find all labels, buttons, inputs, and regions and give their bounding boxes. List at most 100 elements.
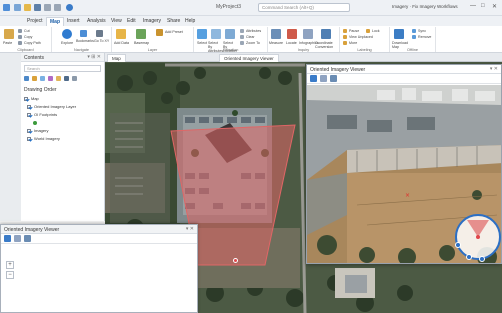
pane-options-icon[interactable]: ▾ ⊞ ✕ (87, 54, 101, 60)
select-icon[interactable] (197, 29, 207, 39)
copy-icon[interactable] (18, 35, 22, 39)
layer-row-imagery[interactable]: Imagery (27, 127, 104, 135)
list-by-drawing-order-icon[interactable] (24, 76, 29, 81)
measure-button-label[interactable]: Measure (269, 41, 283, 45)
measure-tool-icon[interactable] (24, 235, 31, 242)
zoom-in-button[interactable]: + (6, 261, 14, 269)
tab-analysis[interactable]: Analysis (84, 17, 109, 25)
tab-insert[interactable]: Insert (64, 17, 83, 25)
clear-selection-icon[interactable] (240, 35, 244, 39)
view-unplaced-button-label[interactable]: View Unplaced (349, 35, 373, 39)
navigate-tool-icon[interactable] (310, 75, 317, 82)
pause-button-label[interactable]: Pause (349, 29, 359, 33)
image-gallery-icon[interactable] (320, 75, 327, 82)
new-project-icon[interactable] (14, 4, 21, 11)
tilt-icon[interactable] (479, 256, 485, 262)
copy-button-label[interactable]: Copy (24, 35, 32, 39)
map-view-tab[interactable]: Map (107, 54, 126, 62)
copy-path-icon[interactable] (18, 41, 22, 45)
navigate-tool-icon[interactable] (4, 235, 11, 242)
layer-visibility-checkbox[interactable] (27, 129, 31, 133)
minimize-button[interactable]: — (470, 3, 476, 9)
pause-labels-icon[interactable] (343, 29, 347, 33)
explore-button-label[interactable]: Explore (61, 41, 73, 45)
tab-help[interactable]: Help (182, 17, 198, 25)
cut-button-label[interactable]: Cut (24, 29, 30, 33)
copy-path-button-label[interactable]: Copy Path (24, 41, 41, 45)
tab-view[interactable]: View (108, 17, 125, 25)
sync-button-label[interactable]: Sync (418, 29, 426, 33)
zoom-to-button-label[interactable]: Zoom To (246, 41, 260, 45)
viewer-pane-close-icon[interactable]: ▾ ✕ (186, 226, 194, 232)
clear-button-label[interactable]: Clear (246, 35, 255, 39)
layer-row-footprints[interactable]: OI Footprints (27, 111, 104, 119)
undo-icon[interactable] (44, 4, 51, 11)
measure-icon[interactable] (271, 29, 281, 39)
cut-icon[interactable] (18, 29, 22, 33)
map-view-tab-2[interactable]: Oriented Imagery Viewer (219, 54, 279, 62)
list-by-source-icon[interactable] (32, 76, 37, 81)
close-button[interactable]: ✕ (492, 3, 497, 10)
download-map-icon[interactable] (394, 29, 404, 39)
locate-icon[interactable] (287, 29, 297, 39)
sync-icon[interactable] (412, 29, 416, 33)
paste-icon[interactable] (4, 29, 14, 39)
lock-labels-icon[interactable] (366, 29, 370, 33)
list-by-charts-icon[interactable] (72, 76, 77, 81)
layer-row-world-imagery[interactable]: World Imagery (27, 135, 104, 143)
list-by-selection-icon[interactable] (40, 76, 45, 81)
attributes-button-label[interactable]: Attributes (246, 29, 261, 33)
tab-project[interactable]: Project (24, 17, 46, 25)
locate-button-label[interactable]: Locate (286, 41, 297, 45)
rotate-left-icon[interactable] (455, 242, 461, 248)
layer-visibility-checkbox[interactable] (27, 113, 31, 117)
paste-button-label[interactable]: Paste (3, 41, 12, 45)
remove-offline-icon[interactable] (412, 35, 416, 39)
infographics-icon[interactable] (303, 29, 313, 39)
add-data-icon[interactable] (116, 29, 126, 39)
more-labeling-icon[interactable] (343, 41, 347, 45)
layer-visibility-checkbox[interactable] (24, 97, 28, 101)
go-to-xy-button-label[interactable]: Go To XY (94, 39, 109, 43)
photo-location-marker[interactable] (233, 258, 238, 263)
attributes-icon[interactable] (240, 29, 244, 33)
contents-search-input[interactable]: Search (24, 65, 101, 72)
layer-visibility-checkbox[interactable] (27, 105, 31, 109)
tab-imagery[interactable]: Imagery (140, 17, 164, 25)
more-button-label[interactable]: More (349, 41, 357, 45)
add-data-button-label[interactable]: Add Data (114, 41, 129, 45)
remove-button-label[interactable]: Remove (418, 35, 431, 39)
save-icon[interactable] (34, 4, 41, 11)
tab-edit[interactable]: Edit (124, 17, 139, 25)
signed-in-user[interactable]: Imagery · Fix Imagery Workflows (392, 4, 458, 9)
go-to-xy-icon[interactable] (96, 30, 103, 37)
viewer-close-icon[interactable]: ▾ ✕ (490, 66, 498, 72)
list-by-snapping-icon[interactable] (56, 76, 61, 81)
measure-tool-icon[interactable] (330, 75, 337, 82)
customize-quick-access-icon[interactable] (66, 4, 73, 11)
image-gallery-icon[interactable] (14, 235, 21, 242)
list-by-labeling-icon[interactable] (64, 76, 69, 81)
lock-button-label[interactable]: Lock (372, 29, 380, 33)
bookmarks-icon[interactable] (80, 30, 87, 37)
layer-visibility-checkbox[interactable] (27, 137, 31, 141)
explore-icon[interactable] (62, 29, 72, 39)
layer-row-oriented-imagery[interactable]: Oriented Imagery Layer (27, 103, 104, 111)
bookmarks-button-label[interactable]: Bookmarks (76, 39, 94, 43)
add-preset-icon[interactable] (156, 29, 163, 36)
view-unplaced-icon[interactable] (343, 35, 347, 39)
redo-icon[interactable] (54, 4, 61, 11)
open-project-icon[interactable] (24, 4, 31, 11)
zoom-to-icon[interactable] (240, 41, 244, 45)
add-preset-button-label[interactable]: Add Preset (165, 30, 183, 34)
command-search-input[interactable]: Command Search (Alt+Q) (258, 3, 350, 12)
maximize-button[interactable]: □ (481, 3, 485, 9)
list-by-editing-icon[interactable] (48, 76, 53, 81)
viewer-footprint-compass[interactable] (455, 214, 501, 262)
coordinate-conversion-icon[interactable] (321, 29, 331, 39)
rotate-right-icon[interactable] (466, 254, 472, 260)
layer-row-map[interactable]: Map (24, 95, 104, 103)
select-by-location-icon[interactable] (225, 29, 235, 39)
tab-map[interactable]: Map (46, 17, 64, 26)
tab-share[interactable]: Share (164, 17, 183, 25)
